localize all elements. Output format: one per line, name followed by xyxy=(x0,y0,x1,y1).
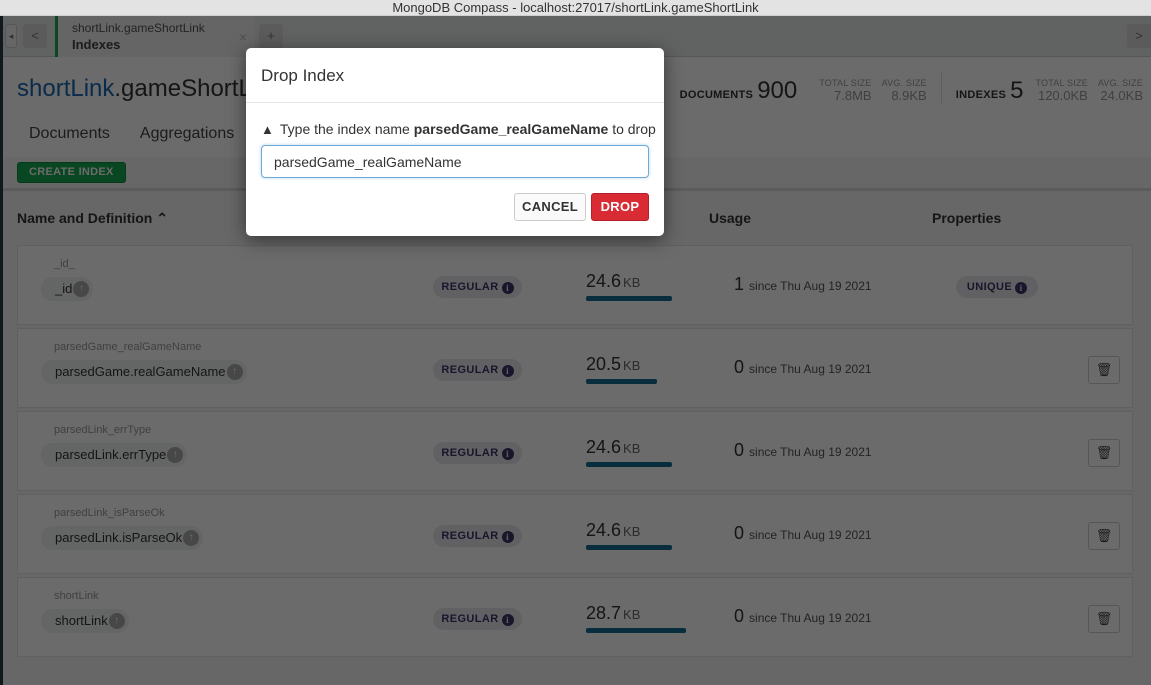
drop-index-dialog: Drop Index ▲ Type the index name parsedGa… xyxy=(246,48,664,236)
dialog-message: ▲ Type the index name parsedGame_realGame… xyxy=(261,121,656,137)
drop-button[interactable]: DROP xyxy=(591,193,649,221)
window-title: MongoDB Compass - localhost:27017/shortL… xyxy=(0,0,1151,16)
cancel-button[interactable]: CANCEL xyxy=(514,193,586,221)
warning-icon: ▲ xyxy=(261,122,274,137)
index-name-confirm-input[interactable] xyxy=(261,145,649,178)
dialog-title: Drop Index xyxy=(246,48,664,103)
